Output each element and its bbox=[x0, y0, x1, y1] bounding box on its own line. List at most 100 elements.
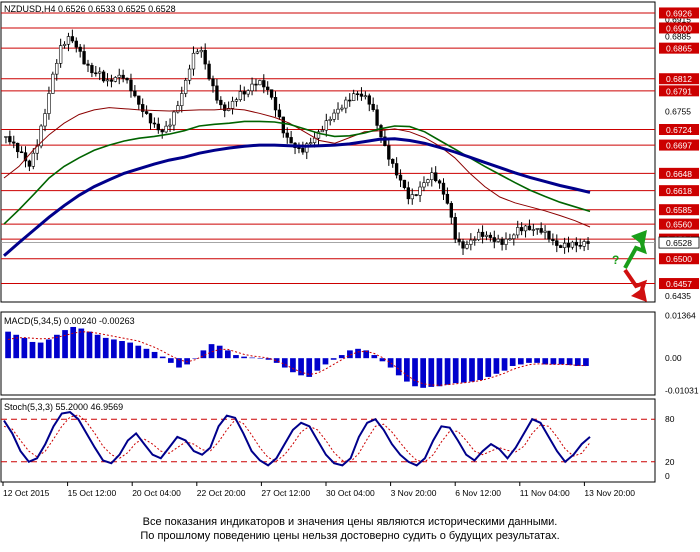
macd-histogram-bar bbox=[281, 358, 288, 368]
disclaimer: Все показания индикаторов и значения цен… bbox=[0, 515, 700, 543]
price-axis-label-4: 0.6435 bbox=[665, 291, 691, 301]
candle-body bbox=[355, 93, 360, 96]
candle-body bbox=[398, 174, 403, 181]
macd-histogram-bar bbox=[233, 355, 239, 359]
macd-histogram-bar bbox=[371, 355, 378, 359]
level-label-12: 0.6500 bbox=[666, 254, 692, 264]
candle-body bbox=[223, 104, 227, 111]
candle-body bbox=[512, 234, 516, 239]
candle-body bbox=[551, 238, 555, 242]
candle-body bbox=[258, 80, 262, 86]
candle-body bbox=[566, 242, 571, 248]
macd-histogram-bar bbox=[159, 356, 166, 359]
candle-body bbox=[535, 228, 539, 230]
macd-histogram-bar bbox=[485, 358, 492, 377]
candle-body bbox=[215, 85, 219, 101]
candle-body bbox=[113, 77, 118, 82]
time-axis-label-4: 27 Oct 12:00 bbox=[261, 488, 310, 498]
candle-body bbox=[160, 129, 164, 133]
candle-body bbox=[234, 99, 239, 102]
candle-body bbox=[285, 132, 289, 138]
stoch-axis-label-1: 20 bbox=[665, 457, 675, 467]
candle-body bbox=[387, 145, 391, 160]
chart-svg: 0.69150.68850.67550.67250.64350.69260.69… bbox=[0, 1, 700, 498]
candle-body bbox=[230, 100, 235, 109]
macd-histogram-bar bbox=[135, 345, 142, 359]
candle-body bbox=[437, 180, 442, 184]
macd-histogram-bar bbox=[37, 342, 44, 359]
time-axis-label-0: 12 Oct 2015 bbox=[3, 488, 50, 498]
macd-histogram-bar bbox=[143, 348, 150, 359]
macd-histogram-bar bbox=[45, 339, 52, 359]
macd-histogram-bar bbox=[387, 358, 394, 368]
macd-histogram-bar bbox=[469, 358, 475, 382]
candle-body bbox=[582, 241, 586, 247]
main-panel-border bbox=[0, 1, 656, 303]
disclaimer-line-2: По прошлому поведению цены нельзя достов… bbox=[140, 530, 560, 542]
candle-body bbox=[391, 158, 395, 164]
candle-body bbox=[129, 79, 133, 92]
candle-body bbox=[297, 147, 301, 150]
time-axis-label-9: 13 Nov 20:00 bbox=[584, 488, 635, 498]
candle-body bbox=[320, 129, 325, 133]
level-label-6: 0.6697 bbox=[666, 141, 692, 151]
candle-body bbox=[586, 241, 590, 244]
macd-histogram-bar bbox=[127, 342, 134, 359]
macd-histogram-bar bbox=[224, 350, 231, 359]
level-label-2: 0.6865 bbox=[666, 44, 692, 54]
macd-histogram-bar bbox=[5, 331, 11, 359]
candle-body bbox=[47, 93, 51, 114]
candle-body bbox=[27, 160, 32, 167]
candle-body bbox=[121, 74, 125, 79]
candle-body bbox=[101, 71, 106, 82]
level-label-0: 0.6926 bbox=[666, 8, 692, 18]
candle-body bbox=[62, 43, 67, 46]
macd-histogram-bar bbox=[184, 358, 190, 365]
candle-body bbox=[519, 227, 524, 232]
stoch-title: Stoch(5,3,3) 55.2000 46.9569 bbox=[4, 402, 123, 412]
time-axis-label-2: 20 Oct 04:00 bbox=[132, 488, 181, 498]
candle-body bbox=[461, 241, 465, 249]
time-axis-label-3: 22 Oct 20:00 bbox=[197, 488, 246, 498]
candle-body bbox=[574, 241, 578, 246]
candle-body bbox=[578, 244, 582, 247]
candle-body bbox=[422, 182, 426, 188]
macd-histogram-bar bbox=[395, 358, 402, 376]
macd-histogram-bar bbox=[428, 358, 435, 387]
candle-body bbox=[133, 90, 137, 97]
candle-body bbox=[496, 238, 500, 242]
candle-body bbox=[183, 79, 188, 94]
chart-root: 0.69150.68850.67550.67250.64350.69260.69… bbox=[0, 0, 700, 552]
candle-body bbox=[16, 142, 20, 153]
candle-body bbox=[172, 111, 176, 126]
level-label-5: 0.6724 bbox=[666, 125, 692, 135]
candle-body bbox=[254, 83, 258, 86]
macd-histogram-bar bbox=[444, 358, 451, 385]
candle-body bbox=[516, 227, 520, 236]
level-label-3: 0.6812 bbox=[666, 74, 692, 84]
candle-body bbox=[144, 111, 149, 114]
candle-body bbox=[58, 45, 63, 64]
candle-body bbox=[332, 112, 336, 120]
macd-histogram-bar bbox=[477, 358, 483, 381]
macd-histogram-bar bbox=[436, 358, 443, 387]
candle-body bbox=[105, 79, 110, 82]
macd-histogram-bar bbox=[583, 358, 589, 366]
macd-axis-label-1: 0.00 bbox=[665, 353, 682, 363]
level-label-4: 0.6791 bbox=[666, 86, 692, 96]
candle-body bbox=[328, 119, 332, 121]
candle-body bbox=[156, 123, 160, 131]
macd-histogram-bar bbox=[119, 341, 125, 359]
macd-histogram-bar bbox=[517, 358, 524, 365]
candle-body bbox=[98, 71, 102, 74]
macd-axis-label-0: 0.01364 bbox=[665, 311, 696, 321]
candle-body bbox=[402, 179, 407, 188]
disclaimer-line-1: Все показания индикаторов и значения цен… bbox=[142, 516, 558, 528]
candle-body bbox=[371, 103, 375, 111]
macd-histogram-bar bbox=[338, 355, 345, 359]
time-axis-label-1: 15 Oct 12:00 bbox=[68, 488, 117, 498]
candle-body bbox=[480, 231, 485, 237]
candle-body bbox=[273, 97, 278, 111]
time-axis-label-8: 11 Nov 04:00 bbox=[520, 488, 570, 498]
candle-body bbox=[457, 238, 461, 242]
